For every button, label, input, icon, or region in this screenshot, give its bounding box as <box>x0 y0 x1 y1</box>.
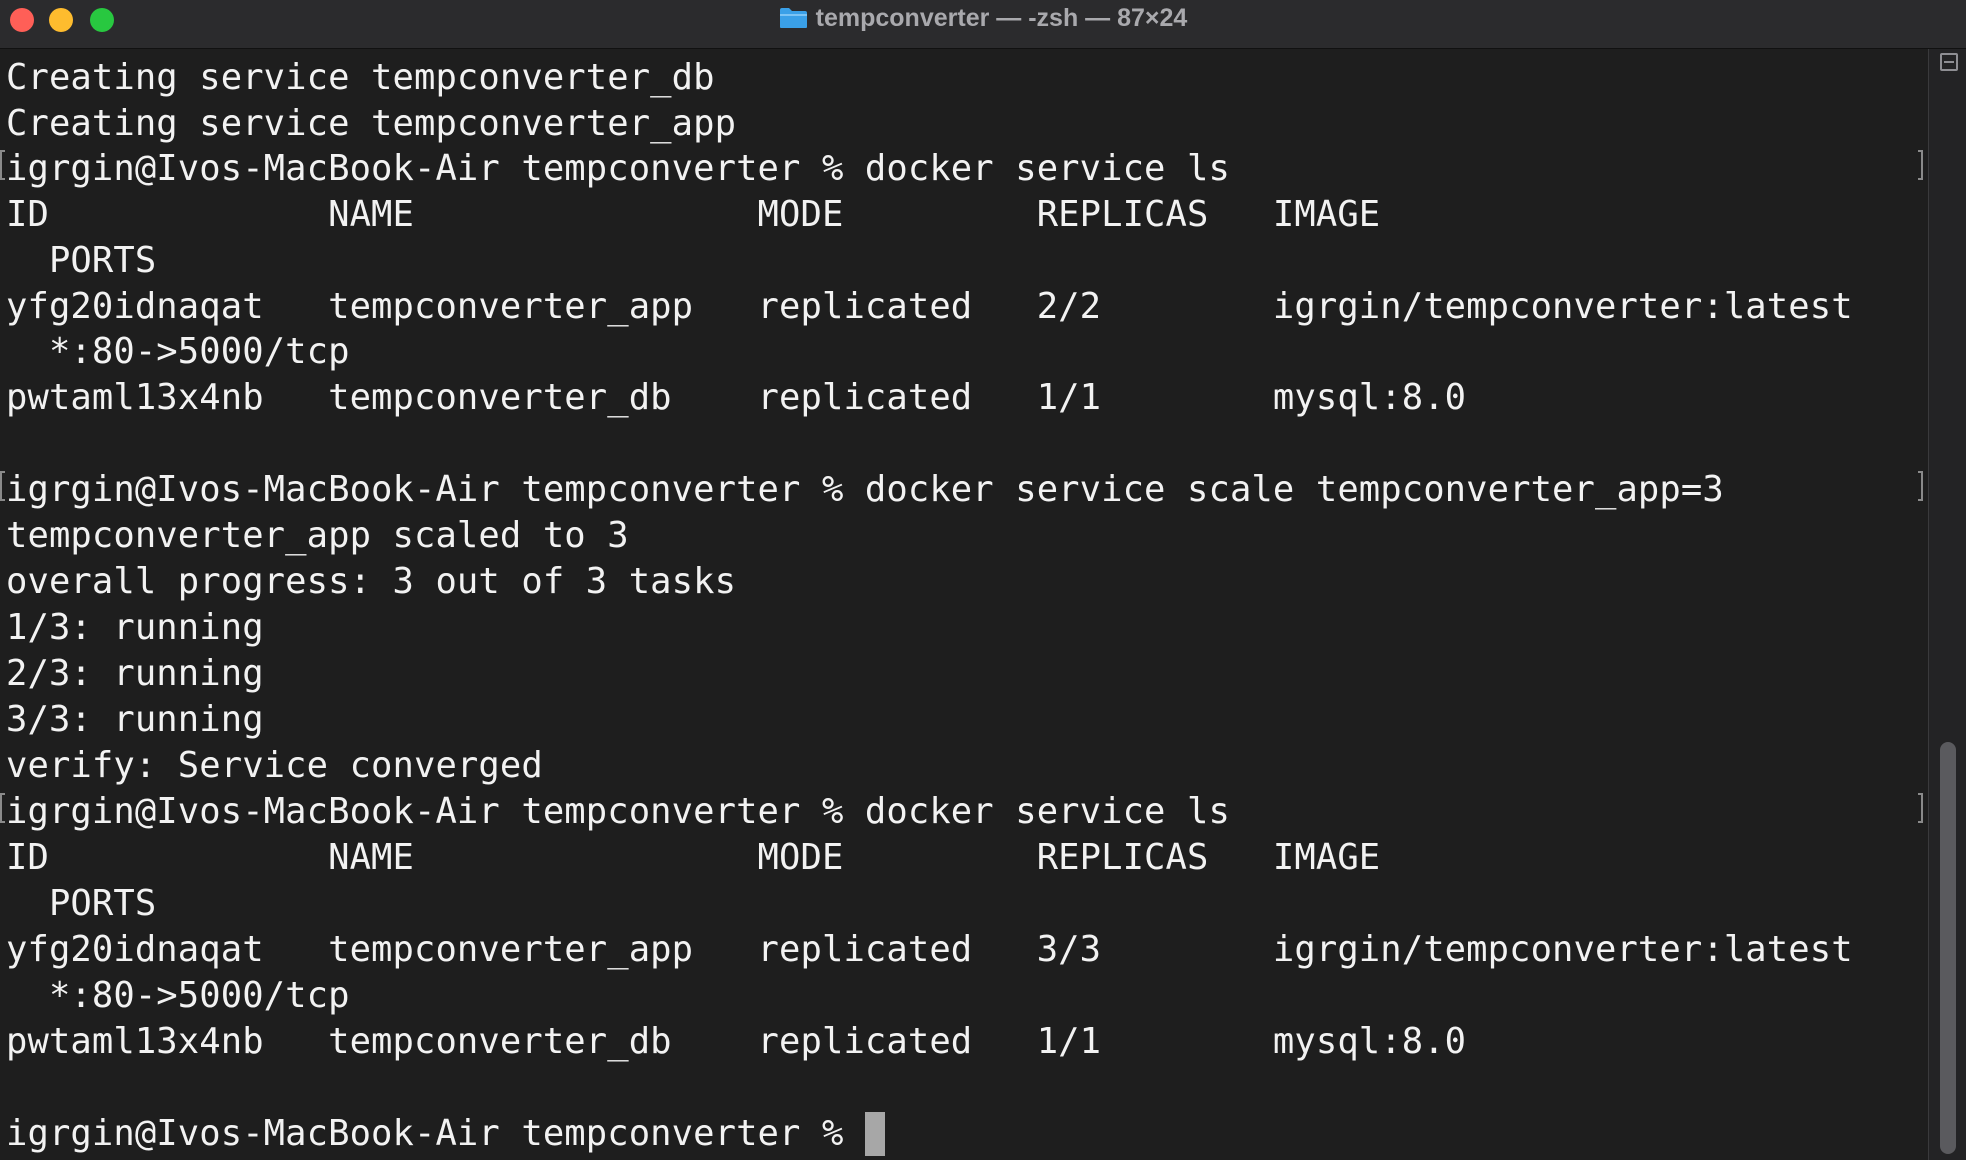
text-cursor <box>864 1112 885 1156</box>
output-line: 1/3: running <box>6 607 264 648</box>
table-row: pwtaml13x4nb tempconverter_db replicated… <box>6 377 1467 418</box>
prompt-line: igrgin@Ivos-MacBook-Air tempconverter % … <box>6 791 1230 832</box>
output-line: tempconverter_app scaled to 3 <box>6 515 629 556</box>
output-line: Creating service tempconverter_app <box>6 103 737 144</box>
table-header: ID NAME MODE REPLICAS IMAGE <box>6 837 1381 878</box>
table-header-wrap: PORTS <box>6 240 157 281</box>
split-pane-icon[interactable] <box>1940 53 1958 71</box>
terminal-window: tempconverter — -zsh — 87×24 Creating se… <box>0 0 1966 1160</box>
prompt-mark <box>1918 471 1923 501</box>
table-row: yfg20idnaqat tempconverter_app replicate… <box>6 929 1853 970</box>
output-line: Creating service tempconverter_db <box>6 57 715 98</box>
terminal-output[interactable]: Creating service tempconverter_db Creati… <box>0 49 1928 1160</box>
table-row-wrap: *:80->5000/tcp <box>6 975 350 1016</box>
prompt-mark <box>0 471 5 501</box>
current-prompt[interactable]: igrgin@Ivos-MacBook-Air tempconverter % <box>6 1111 885 1157</box>
current-prompt-text: igrgin@Ivos-MacBook-Air tempconverter % <box>6 1113 865 1154</box>
window-title-group: tempconverter — -zsh — 87×24 <box>0 0 1966 36</box>
output-line: verify: Service converged <box>6 745 543 786</box>
table-row: pwtaml13x4nb tempconverter_db replicated… <box>6 1021 1467 1062</box>
table-row-wrap: *:80->5000/tcp <box>6 331 350 372</box>
output-line: 2/3: running <box>6 653 264 694</box>
prompt-mark <box>0 793 5 823</box>
prompt-line: igrgin@Ivos-MacBook-Air tempconverter % … <box>6 148 1230 189</box>
table-row: yfg20idnaqat tempconverter_app replicate… <box>6 286 1853 327</box>
vertical-scrollbar[interactable] <box>1928 49 1966 1160</box>
title-bar[interactable]: tempconverter — -zsh — 87×24 <box>0 0 1966 49</box>
prompt-mark <box>1918 793 1923 823</box>
folder-icon <box>779 7 808 29</box>
table-header-wrap: PORTS <box>6 883 157 924</box>
scroll-thumb[interactable] <box>1940 742 1956 1154</box>
output-line: 3/3: running <box>6 699 264 740</box>
prompt-line: igrgin@Ivos-MacBook-Air tempconverter % … <box>6 469 1724 510</box>
prompt-mark <box>0 150 5 180</box>
output-line: overall progress: 3 out of 3 tasks <box>6 561 737 602</box>
table-header: ID NAME MODE REPLICAS IMAGE <box>6 194 1381 235</box>
prompt-mark <box>1918 150 1923 180</box>
window-title: tempconverter — -zsh — 87×24 <box>815 3 1188 32</box>
